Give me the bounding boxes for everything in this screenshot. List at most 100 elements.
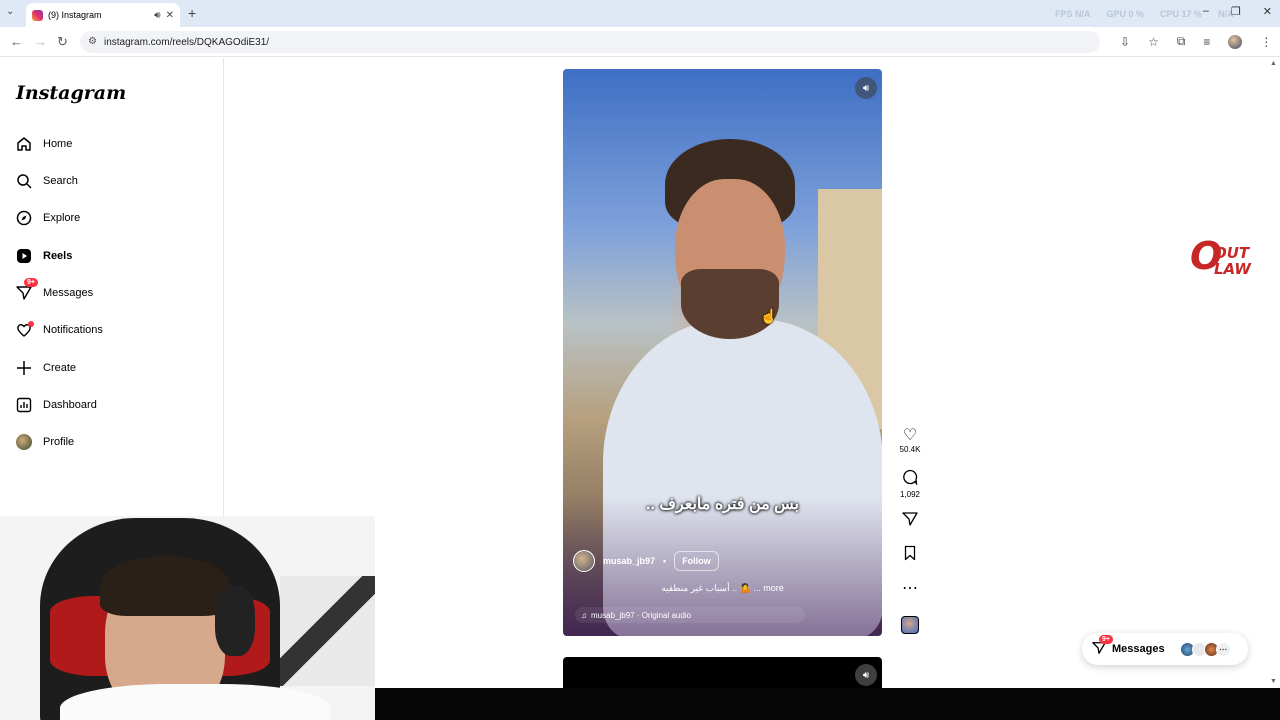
mouse-cursor-icon: ☝ [760,308,778,324]
messages-pill-badge: 9+ [1099,634,1113,644]
messages-pill[interactable]: 9+ Messages ⋯ [1082,633,1248,665]
follow-button[interactable]: Follow [674,551,719,571]
sidebar-item-dashboard[interactable]: Dashboard [16,393,97,417]
browser-tab[interactable]: (9) Instagram 🔊︎ ✕ [26,3,180,27]
instagram-favicon-icon [32,9,43,21]
tab-search-icon[interactable]: ⌄ [6,6,14,17]
author-username[interactable]: musab_jb97 [603,556,655,566]
sidebar-item-label: Reels [43,250,73,262]
bookmark-star-icon[interactable]: ☆ [1148,35,1159,49]
comment-icon[interactable] [898,469,922,490]
reel-author-row: musab_jb97 • Follow [573,550,719,572]
sidebar-item-label: Notifications [43,324,103,336]
sidebar-item-label: Messages [43,287,94,299]
messages-badge: 9+ [24,278,38,287]
address-bar-row: ← → ↻ ⚙ instagram.com/reels/DQKAGOdiE31/… [0,27,1280,57]
sidebar-item-label: Search [43,175,78,187]
avatar [16,434,32,450]
browser-menu-icon[interactable]: ⋮ [1260,35,1272,49]
scroll-up-arrow-icon[interactable]: ▲ [1270,60,1277,67]
sidebar-item-home[interactable]: Home [16,132,72,156]
audio-thumbnail[interactable] [901,616,919,634]
sidebar-item-label: Profile [43,436,75,448]
restore-button[interactable]: ❐ [1231,5,1241,18]
author-avatar[interactable] [573,550,595,572]
streamer-shirt [60,684,330,720]
back-icon[interactable]: ← [10,34,23,49]
search-icon [16,173,32,189]
sidebar-item-label: Create [43,362,77,374]
gpu-stat: GPU 0 % [1106,9,1145,19]
sidebar-item-explore[interactable]: Explore [16,206,80,230]
more-horizontal-icon[interactable]: ⋯ [898,580,922,598]
comment-action[interactable]: 1,092 [898,469,922,499]
tab-close-icon[interactable]: ✕ [166,10,174,21]
profile-avatar-wrap [16,434,32,450]
reels-icon [16,248,32,264]
extensions-icon[interactable]: ⧉ [1177,34,1186,49]
sidebar-item-messages[interactable]: 9+ Messages [16,278,94,305]
instagram-logo[interactable]: Instagram [16,82,126,104]
scroll-down-arrow-icon[interactable]: ▼ [1270,678,1277,685]
heart-outline-icon[interactable]: ♡ [898,427,922,445]
more-action[interactable]: ⋯ [898,580,922,598]
home-icon [16,136,32,152]
sidebar-item-notifications[interactable]: Notifications [16,318,103,342]
cpu-stat: CPU 17 % [1160,9,1203,19]
like-action[interactable]: ♡ 50.4K [898,427,922,454]
url-field[interactable]: ⚙ instagram.com/reels/DQKAGOdiE31/ [80,31,1100,53]
music-note-icon: ♫ [581,610,587,620]
sidebar-item-search[interactable]: Search [16,169,78,193]
messenger-icon: 9+ [1092,634,1113,658]
fps-stat: FPS N/A [1055,9,1091,19]
like-count: 50.4K [899,445,921,454]
outlaw-watermark-logo: O OUT LAW [1190,234,1262,282]
reel-video[interactable]: 🔊︎ بس من فتره مابعرف .. musab_jb97 • Fol… [563,69,882,636]
media-control-icon[interactable]: ≡ [1203,35,1210,49]
heart-icon [16,321,34,338]
bookmark-icon[interactable] [898,545,922,566]
new-tab-button[interactable]: + [188,5,196,21]
volume-icon[interactable]: 🔊︎ [855,77,877,99]
messages-pill-label: Messages [1112,643,1165,655]
message-avatars: ⋯ [1179,641,1231,657]
more-avatars-icon: ⋯ [1215,641,1231,657]
toolbar-right: ⇩ ☆ ⧉ ≡ ⋮ [1120,34,1272,49]
reload-icon[interactable]: ↻ [57,34,68,50]
browser-profile-avatar[interactable] [1228,34,1243,49]
reel-audio-link[interactable]: ♫ musab_jb97 · Original audio [575,607,805,623]
reel-subtitle: بس من فتره مابعرف .. [646,496,799,513]
notification-dot [28,321,34,327]
share-action[interactable] [898,511,922,532]
sidebar-item-create[interactable]: Create [16,356,76,380]
browser-tab-bar: ⌄ (9) Instagram 🔊︎ ✕ + FPS N/A GPU 0 % C… [0,0,1280,27]
minimize-button[interactable]: – [1203,5,1209,18]
install-icon[interactable]: ⇩ [1120,35,1130,49]
author-separator: • [663,556,667,566]
streamer-webcam-overlay [0,516,375,720]
reel-person-beard [681,269,779,339]
site-info-icon[interactable]: ⚙ [88,36,97,47]
comment-count: 1,092 [899,490,921,499]
window-controls: – ❐ ✕ [1203,5,1272,18]
close-window-button[interactable]: ✕ [1263,5,1272,18]
messenger-icon: 9+ [16,278,38,301]
reel-caption[interactable]: أسباب غير منطقيه .. 🤷 ... more [563,583,882,594]
save-action[interactable] [898,545,922,566]
chart-icon [16,397,32,413]
tab-title: (9) Instagram [48,10,102,20]
headset-icon [215,586,255,656]
sidebar-item-label: Dashboard [43,399,97,411]
compass-icon [16,210,32,226]
sidebar-item-label: Home [43,138,73,150]
audio-label: musab_jb97 · Original audio [591,610,692,620]
forward-icon[interactable]: → [34,34,47,49]
share-icon[interactable] [898,511,922,532]
sidebar-item-reels[interactable]: Reels [16,244,72,268]
url-text: instagram.com/reels/DQKAGOdiE31/ [104,36,270,48]
microphone-arm [280,576,375,686]
sidebar-item-profile[interactable]: Profile [16,430,74,454]
volume-icon[interactable]: 🔊︎ [855,664,877,686]
watermark-text-2: LAW [1214,260,1251,278]
tab-audio-icon[interactable]: 🔊︎ [154,10,160,21]
